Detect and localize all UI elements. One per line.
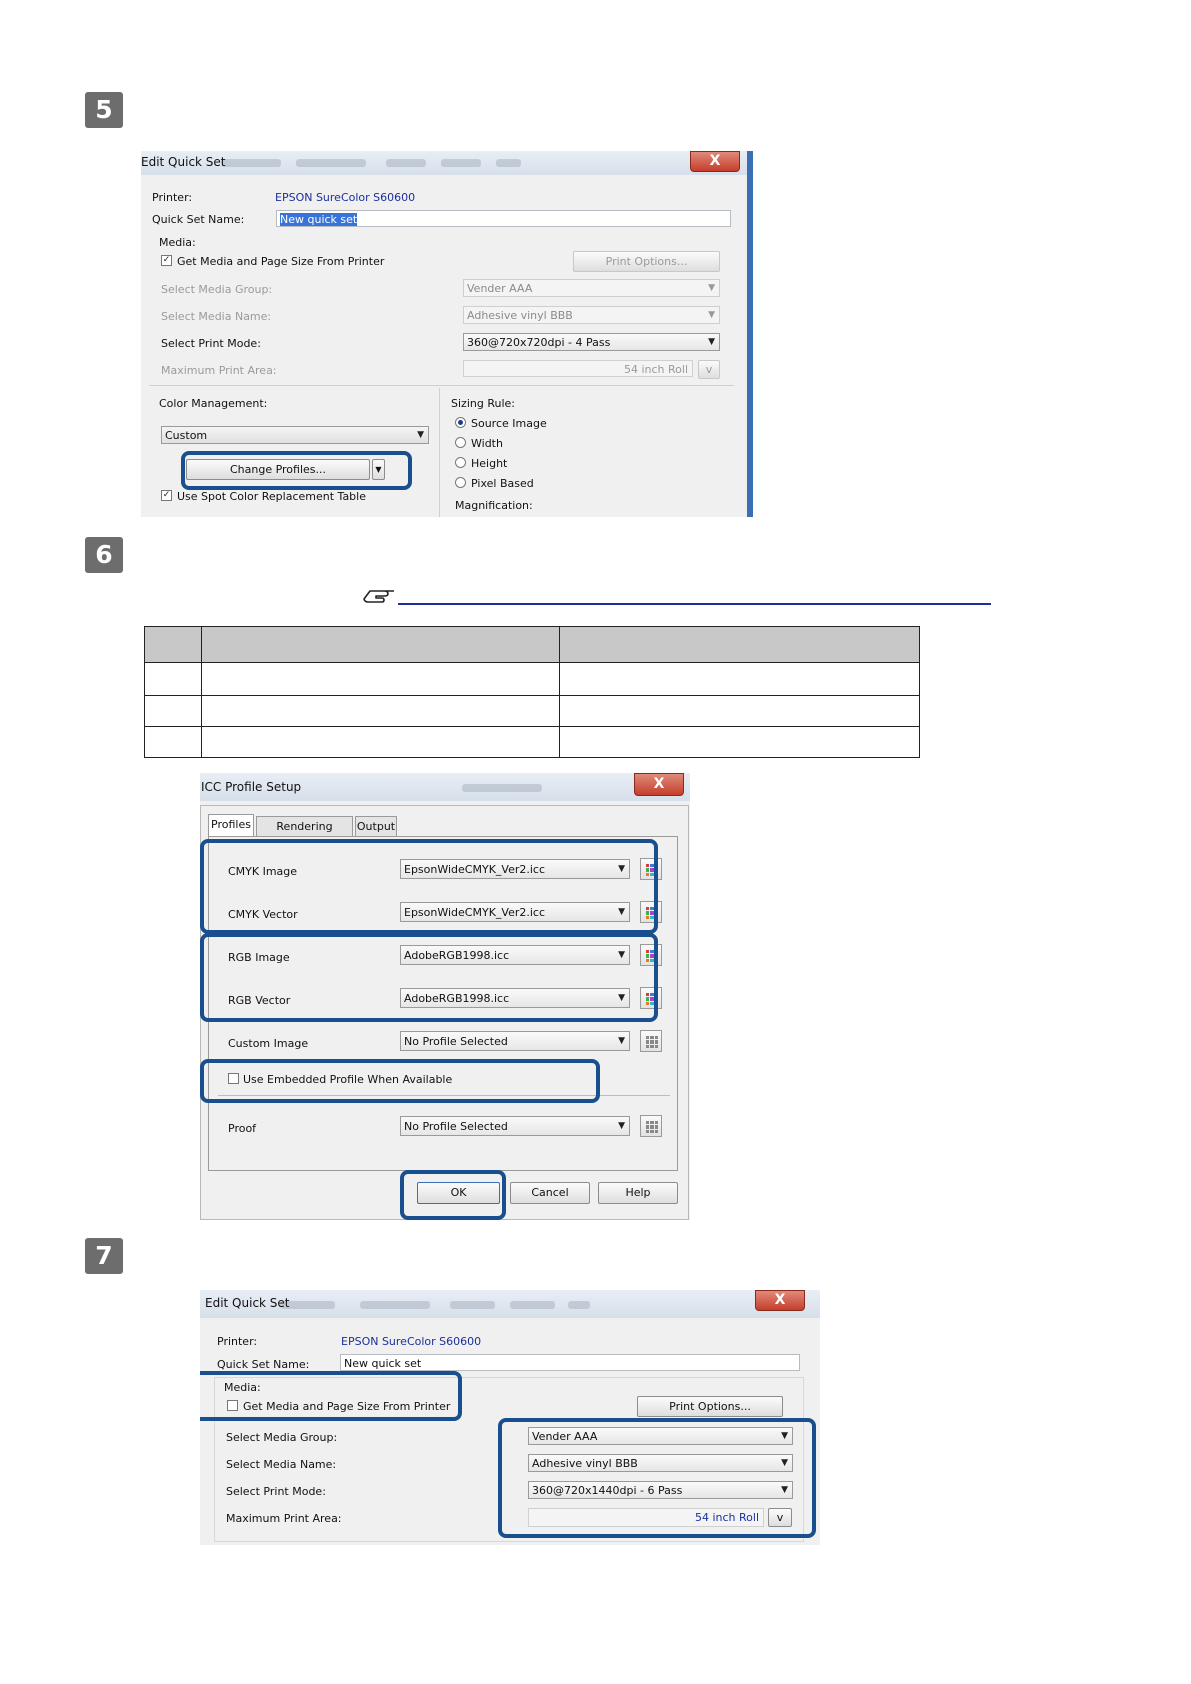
media-group-label: Select Media Group: bbox=[161, 283, 273, 296]
change-profiles-highlight bbox=[181, 451, 412, 490]
printer-value: EPSON SureColor S60600 bbox=[341, 1335, 482, 1348]
printer-label: Printer: bbox=[217, 1335, 258, 1348]
pointing-hand-icon bbox=[362, 583, 396, 605]
get-media-label: Get Media and Page Size From Printer bbox=[177, 255, 385, 268]
ok-button-highlight bbox=[400, 1170, 506, 1220]
profile-info-button[interactable] bbox=[640, 1030, 662, 1052]
printer-label: Printer: bbox=[152, 191, 193, 204]
media-name-select[interactable]: Adhesive vinyl BBB ▼ bbox=[463, 306, 720, 324]
media-group-label: Select Media Group: bbox=[226, 1431, 338, 1444]
table-header-cell bbox=[201, 625, 560, 664]
dialog-titlebar bbox=[141, 151, 753, 175]
cmyk-profiles-highlight bbox=[200, 839, 658, 934]
profile-info-button[interactable] bbox=[640, 1115, 662, 1137]
cancel-button[interactable]: Cancel bbox=[510, 1182, 590, 1204]
get-media-checkbox[interactable]: ✓ bbox=[161, 255, 172, 266]
print-options-button[interactable]: Print Options... bbox=[637, 1396, 783, 1417]
tab-rendering-intents[interactable]: Rendering Intents bbox=[256, 816, 353, 853]
grid-icon bbox=[646, 1036, 658, 1048]
media-name-label: Select Media Name: bbox=[161, 310, 272, 323]
embedded-profile-highlight bbox=[200, 1059, 600, 1103]
help-button[interactable]: Help bbox=[598, 1182, 678, 1204]
sizing-width-radio[interactable] bbox=[455, 437, 466, 448]
sizing-option-label: Height bbox=[471, 457, 508, 470]
chevron-down-icon: ▼ bbox=[417, 430, 424, 440]
max-print-area-label: Maximum Print Area: bbox=[161, 364, 277, 377]
color-management-label: Color Management: bbox=[159, 397, 268, 410]
chevron-down-icon: ▼ bbox=[708, 310, 715, 320]
edit-quick-set-dialog: Edit Quick Set X Printer: EPSON SureColo… bbox=[141, 151, 753, 517]
grid-icon bbox=[646, 1121, 658, 1133]
custom-image-value: No Profile Selected bbox=[404, 1035, 508, 1048]
table-row bbox=[144, 725, 920, 759]
close-button[interactable]: X bbox=[634, 773, 684, 796]
spot-color-label: Use Spot Color Replacement Table bbox=[177, 490, 366, 503]
color-management-value: Custom bbox=[165, 429, 208, 442]
quick-set-name-label: Quick Set Name: bbox=[152, 213, 245, 226]
rgb-profiles-highlight bbox=[200, 933, 658, 1022]
dialog-title: Edit Quick Set bbox=[141, 155, 226, 169]
chevron-down-icon: ▼ bbox=[618, 1121, 625, 1131]
color-management-select[interactable]: Custom ▼ bbox=[161, 426, 429, 444]
table-row bbox=[144, 662, 920, 696]
media-name-value: Adhesive vinyl BBB bbox=[467, 309, 573, 322]
proof-value: No Profile Selected bbox=[404, 1120, 508, 1133]
sizing-option-label: Source Image bbox=[471, 417, 547, 430]
close-button[interactable]: X bbox=[755, 1290, 805, 1311]
tab-output[interactable]: Output bbox=[355, 816, 397, 836]
printer-value: EPSON SureColor S60600 bbox=[275, 191, 416, 204]
media-name-label: Select Media Name: bbox=[226, 1458, 337, 1471]
print-mode-select[interactable]: 360@720x720dpi - 4 Pass ▼ bbox=[463, 333, 720, 351]
step-number-badge: 5 bbox=[85, 92, 123, 128]
media-checkbox-highlight bbox=[200, 1371, 462, 1421]
media-group-value: Vender AAA bbox=[467, 282, 533, 295]
dialog-title: Edit Quick Set bbox=[205, 1296, 290, 1310]
sizing-rule-label: Sizing Rule: bbox=[451, 397, 515, 410]
quick-set-name-input[interactable]: New quick set bbox=[276, 210, 731, 227]
media-group-select[interactable]: Vender AAA ▼ bbox=[463, 279, 720, 297]
quick-set-name-input[interactable]: New quick set bbox=[340, 1354, 800, 1371]
chevron-down-icon: ▼ bbox=[618, 1036, 625, 1046]
media-selection-highlight bbox=[498, 1418, 816, 1538]
step-number-badge: 7 bbox=[85, 1238, 123, 1274]
print-mode-value: 360@720x720dpi - 4 Pass bbox=[467, 336, 611, 349]
custom-image-label: Custom Image bbox=[228, 1037, 309, 1050]
quick-set-name-value: New quick set bbox=[280, 213, 358, 226]
chevron-down-icon: ▼ bbox=[708, 283, 715, 293]
max-print-area-button[interactable]: v bbox=[698, 360, 720, 379]
sizing-option-label: Pixel Based bbox=[471, 477, 534, 490]
window-border bbox=[747, 151, 753, 517]
sizing-option-label: Width bbox=[471, 437, 503, 450]
dialog-titlebar bbox=[200, 1290, 820, 1318]
sizing-height-radio[interactable] bbox=[455, 457, 466, 468]
chevron-down-icon: ▼ bbox=[708, 337, 715, 347]
print-options-button[interactable]: Print Options... bbox=[573, 251, 720, 272]
max-print-area-label: Maximum Print Area: bbox=[226, 1512, 342, 1525]
close-button[interactable]: X bbox=[690, 151, 740, 172]
proof-select[interactable]: No Profile Selected ▼ bbox=[400, 1116, 630, 1136]
profile-table bbox=[144, 625, 920, 759]
print-mode-label: Select Print Mode: bbox=[226, 1485, 326, 1498]
edit-quick-set-dialog: Edit Quick Set X Printer: EPSON SureColo… bbox=[200, 1290, 820, 1545]
custom-image-select[interactable]: No Profile Selected ▼ bbox=[400, 1031, 630, 1051]
spot-color-checkbox[interactable]: ✓ bbox=[161, 490, 172, 501]
proof-label: Proof bbox=[228, 1122, 257, 1135]
max-print-area-field: 54 inch Roll bbox=[463, 360, 693, 377]
sizing-source-image-radio[interactable] bbox=[455, 417, 466, 428]
quick-set-name-label: Quick Set Name: bbox=[217, 1358, 310, 1371]
sizing-pixel-based-radio[interactable] bbox=[455, 477, 466, 488]
step-number-badge: 6 bbox=[85, 537, 123, 573]
dialog-title: ICC Profile Setup bbox=[201, 780, 302, 794]
icc-profile-setup-dialog: ICC Profile Setup X Profiles Rendering I… bbox=[200, 773, 690, 1220]
table-row bbox=[144, 694, 920, 727]
reference-link-line[interactable] bbox=[398, 603, 991, 605]
print-mode-label: Select Print Mode: bbox=[161, 337, 261, 350]
magnification-label: Magnification: bbox=[455, 499, 533, 512]
table-header-cell bbox=[144, 625, 202, 664]
table-header-cell bbox=[559, 625, 920, 664]
tab-profiles[interactable]: Profiles bbox=[208, 814, 254, 836]
media-label: Media: bbox=[159, 236, 196, 249]
